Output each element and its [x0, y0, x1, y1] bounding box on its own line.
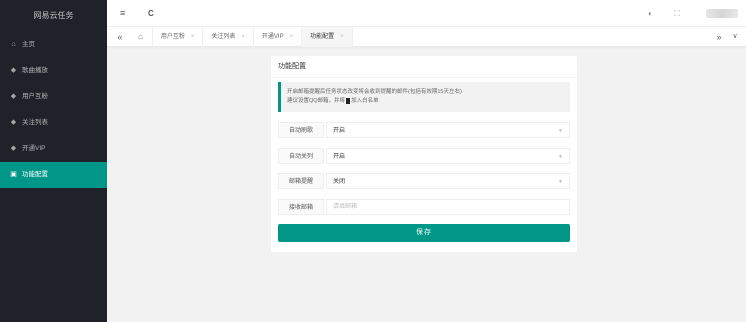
field-label: 邮箱提醒 [278, 173, 324, 189]
tab-label: 开通VIP [261, 34, 284, 40]
notice-line-2: 建议设置QQ邮箱，并将 加入白名单 [287, 97, 570, 106]
tab-label: 功能配置 [310, 34, 335, 40]
tab-bar: « ⌂ 用户互粉 × 关注列表 × 开通VIP × 功能配置 × » ∨ [107, 27, 746, 47]
tab-home[interactable]: ⌂ [129, 27, 153, 47]
close-icon[interactable]: × [191, 27, 195, 47]
theme-icon[interactable]: ◐ [648, 0, 653, 27]
form-row-auto-follow: 自动关列 开启 ▼ [278, 148, 570, 164]
auto-follow-select[interactable]: 开启 ▼ [326, 148, 570, 164]
card-title: 功能配置 [271, 56, 577, 78]
notice-line-1: 开启邮箱提醒后任务状态改变将会收到提醒的邮件(包括有效期15天左右) [287, 89, 462, 95]
chevron-down-icon: ▼ [558, 154, 563, 160]
auto-song-select[interactable]: 开启 ▼ [326, 122, 570, 138]
home-icon: ⌂ [11, 41, 16, 48]
sidebar-item-label: 主页 [22, 41, 35, 48]
avatar[interactable] [706, 9, 738, 18]
diamond-icon: ◆ [10, 93, 17, 100]
tab-follow-list[interactable]: 关注列表 × [203, 27, 254, 47]
top-header: ≡ C ◐ ⛶ [107, 0, 746, 27]
tab-vip[interactable]: 开通VIP × [254, 27, 303, 47]
redacted-email-block [346, 97, 351, 104]
tab-list: ⌂ 用户互粉 × 关注列表 × 开通VIP × 功能配置 × [129, 27, 353, 47]
diamond-icon: ◆ [10, 145, 17, 152]
tabs-next-icon[interactable]: » [712, 27, 726, 47]
diamond-icon: ◆ [10, 119, 17, 126]
sidebar-item-vip[interactable]: ◆ 开通VIP [0, 136, 107, 162]
refresh-icon[interactable]: C [148, 0, 154, 27]
chevron-down-icon: ▼ [558, 128, 563, 134]
form-row-email-remind: 邮箱提醒 关闭 ▼ [278, 173, 570, 189]
sidebar-item-label: 用户互粉 [22, 93, 48, 100]
tab-label: 关注列表 [211, 34, 236, 40]
fullscreen-icon[interactable]: ⛶ [674, 0, 680, 27]
notice-box: 开启邮箱提醒后任务状态改变将会收到提醒的邮件(包括有效期15天左右) 建议设置Q… [278, 82, 570, 112]
sidebar-item-settings[interactable]: ▣ 功能配置 [0, 162, 107, 188]
tab-label: 用户互粉 [160, 34, 185, 40]
form-row-auto-song: 自动刷歌 开启 ▼ [278, 122, 570, 138]
select-value: 开启 [333, 128, 346, 134]
tab-settings[interactable]: 功能配置 × [302, 27, 353, 47]
email-field[interactable] [326, 199, 570, 215]
sidebar-item-song-play[interactable]: ◆ 歌曲播放 [0, 58, 107, 84]
form-row-email: 接收邮箱 [278, 199, 570, 215]
sidebar-item-follow-list[interactable]: ◆ 关注列表 [0, 110, 107, 136]
settings-grid-icon: ▣ [10, 171, 17, 178]
home-icon: ⌂ [138, 32, 143, 41]
close-icon[interactable]: × [290, 27, 294, 47]
diamond-icon: ◆ [10, 67, 17, 74]
save-button[interactable]: 保存 [278, 224, 570, 242]
close-icon[interactable]: × [241, 27, 245, 47]
sidebar-item-label: 功能配置 [22, 171, 48, 178]
sidebar-item-label: 歌曲播放 [22, 67, 48, 74]
select-value: 开启 [333, 154, 346, 160]
email-remind-select[interactable]: 关闭 ▼ [326, 173, 570, 189]
sidebar: 网易云任务 ⌂ 主页 ◆ 歌曲播放 ◆ 用户互粉 ◆ 关注列表 ◆ 开通VIP … [0, 0, 107, 322]
notice-text: 建议设置QQ邮箱，并将 [287, 98, 346, 104]
sidebar-item-label: 关注列表 [22, 119, 48, 126]
app-logo: 网易云任务 [33, 11, 74, 20]
field-label: 接收邮箱 [278, 199, 324, 215]
tabs-prev-icon[interactable]: « [113, 27, 127, 47]
chevron-down-icon: ▼ [558, 179, 563, 185]
sidebar-item-home[interactable]: ⌂ 主页 [0, 32, 107, 58]
chevron-down-icon[interactable]: ∨ [728, 27, 742, 47]
field-label: 自动关列 [278, 148, 324, 164]
settings-card: 功能配置 开启邮箱提醒后任务状态改变将会收到提醒的邮件(包括有效期15天左右) … [271, 56, 577, 252]
menu-toggle-icon[interactable]: ≡ [120, 0, 125, 27]
tab-user-follow[interactable]: 用户互粉 × [153, 27, 204, 47]
sidebar-item-label: 开通VIP [22, 145, 46, 152]
field-label: 自动刷歌 [278, 122, 324, 138]
notice-text: 加入白名单 [351, 98, 379, 104]
select-value: 关闭 [333, 179, 346, 185]
close-icon[interactable]: × [340, 27, 344, 47]
sidebar-item-user-follow[interactable]: ◆ 用户互粉 [0, 84, 107, 110]
